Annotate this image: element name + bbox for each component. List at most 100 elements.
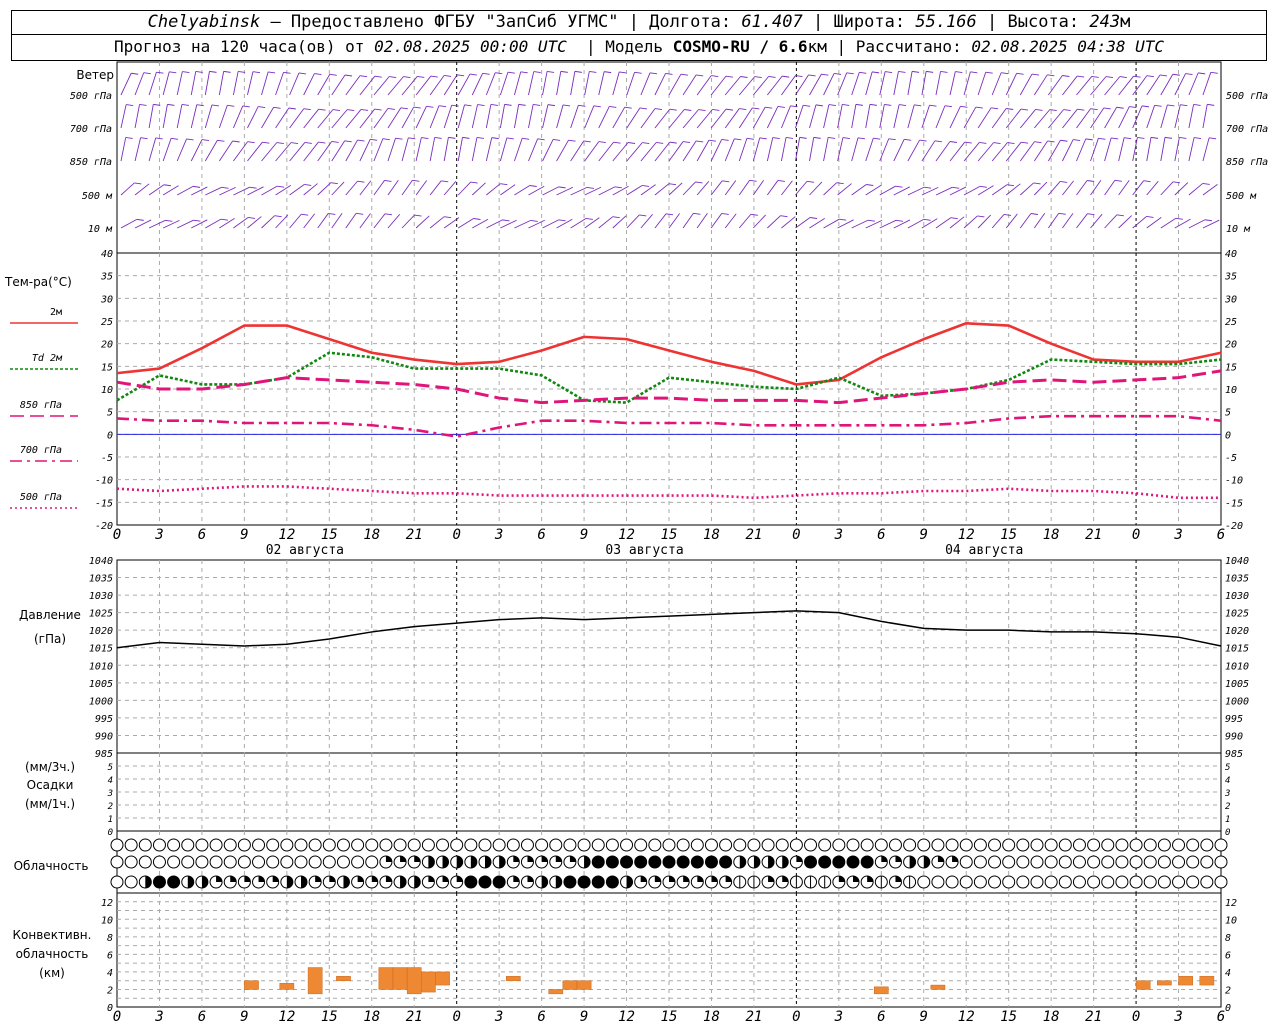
wind-barb-shaft xyxy=(387,214,401,229)
cloud-symbol-low xyxy=(1072,875,1086,889)
cloud-symbol-high xyxy=(605,838,619,852)
cloud-symbol-high xyxy=(450,838,464,852)
cloud-fill xyxy=(796,856,803,862)
wind-barb-shaft xyxy=(696,181,710,196)
wind-barb-flag xyxy=(357,180,365,183)
wind-barb-shaft xyxy=(907,218,924,229)
wind-barb-shaft xyxy=(809,73,822,96)
wind-barb-flag xyxy=(1103,107,1111,110)
wind-barb-shaft xyxy=(542,71,548,96)
wind-barb xyxy=(963,215,985,229)
conv-tick-left: 6 xyxy=(107,950,113,961)
cloud-symbol-high xyxy=(832,838,846,852)
wind-barb xyxy=(162,185,179,196)
cloud-symbol-middle xyxy=(1129,855,1143,869)
wind-barb-shaft xyxy=(752,106,766,129)
wind-barb xyxy=(528,104,541,129)
wind-barb xyxy=(190,104,204,129)
wind-barb-flag xyxy=(1098,137,1106,140)
wind-barb xyxy=(851,103,863,129)
wind-barb-shaft xyxy=(809,181,823,196)
wind-barb xyxy=(289,142,312,162)
wind-barb-flag xyxy=(1146,75,1154,78)
wind-barb-shaft xyxy=(1132,216,1147,229)
hour-label: 0 xyxy=(113,1009,121,1024)
wind-barb-flag xyxy=(807,180,815,183)
wind-barb-flag xyxy=(583,140,591,143)
temp-tick-right: 15 xyxy=(1225,362,1237,373)
wind-barb xyxy=(1090,137,1106,162)
wind-barb-flag xyxy=(262,141,270,144)
wind-barb-shaft xyxy=(682,140,697,162)
hour-label: 3 xyxy=(1173,1009,1182,1024)
wind-barb-shaft xyxy=(1034,181,1048,196)
wind-barb xyxy=(1090,180,1102,196)
wind-barb-shaft xyxy=(472,218,489,229)
wind-barb-shaft xyxy=(893,104,900,129)
wind-barb-flag xyxy=(780,215,788,218)
wind-barb-shaft xyxy=(682,109,699,129)
wind-barb xyxy=(612,142,636,162)
wind-barb xyxy=(1202,137,1217,162)
precip-tick-left: 0 xyxy=(108,828,113,838)
wind-barb xyxy=(851,184,874,196)
wind-barb-flag xyxy=(872,71,880,74)
wind-barb xyxy=(738,137,755,162)
wind-barb xyxy=(331,74,353,96)
wind-barb xyxy=(935,141,958,162)
wind-barb xyxy=(907,70,920,96)
wind-barb xyxy=(949,141,972,162)
cloud-fill xyxy=(286,876,293,888)
wind-barb-flag xyxy=(314,73,322,75)
wind-barb-flag xyxy=(530,219,538,222)
pressure-tick-left: 1015 xyxy=(89,644,113,655)
wind-barb-flag xyxy=(589,71,597,73)
cloud-fill xyxy=(838,876,845,882)
cloud-symbol-middle xyxy=(959,855,973,869)
cloud-symbol-high xyxy=(634,838,648,852)
wind-barb-shaft xyxy=(823,218,840,229)
wind-barb-flag xyxy=(586,186,595,189)
wind-barb-shaft xyxy=(654,73,666,96)
conv-bar xyxy=(336,976,351,981)
wind-barb-flag xyxy=(298,72,307,75)
wind-barb xyxy=(1174,136,1187,162)
cloud-fill xyxy=(832,856,845,868)
wind-barb-shaft xyxy=(486,183,501,196)
wind-barb-flag xyxy=(476,137,484,139)
cloud-symbol-high xyxy=(535,838,549,852)
wind-barb xyxy=(598,106,617,129)
wind-barb-shaft xyxy=(991,142,1008,162)
wind-barb-flag xyxy=(457,74,465,77)
wind-barb xyxy=(738,107,760,129)
hour-label: 0 xyxy=(1132,527,1140,543)
wind-barb xyxy=(795,104,811,129)
wind-barb-flag xyxy=(444,216,452,219)
wind-barb xyxy=(570,70,582,96)
wind-barb xyxy=(949,105,968,129)
cloud-symbol-high xyxy=(266,838,280,852)
conv-tick-right: 0 xyxy=(1225,1003,1231,1014)
wind-barb-shaft xyxy=(1104,107,1118,129)
precip-tick-left: 1 xyxy=(108,815,113,825)
cloud-symbol-middle xyxy=(280,855,294,869)
cloud-fill xyxy=(697,876,704,882)
wind-barb-shaft xyxy=(303,108,319,129)
wind-barb xyxy=(1146,104,1162,129)
wind-barb-flag xyxy=(276,142,284,144)
wind-barb xyxy=(528,138,545,162)
wind-barb-flag xyxy=(533,71,541,74)
wind-barb xyxy=(289,108,311,129)
wind-barb-shaft xyxy=(991,184,1008,196)
wind-barb xyxy=(359,108,382,129)
wind-barb-flag xyxy=(163,184,171,187)
wind-barb-flag xyxy=(754,76,762,79)
wind-barb-shaft xyxy=(120,218,138,229)
wind-barb-shaft xyxy=(148,219,166,229)
wind-barb-shaft xyxy=(1188,104,1195,129)
wind-barb-flag xyxy=(387,108,395,110)
cloud-fill xyxy=(654,876,661,882)
wind-barb-shaft xyxy=(1033,213,1046,229)
cloud-symbol-high xyxy=(280,838,294,852)
wind-barb-flag xyxy=(491,137,499,140)
